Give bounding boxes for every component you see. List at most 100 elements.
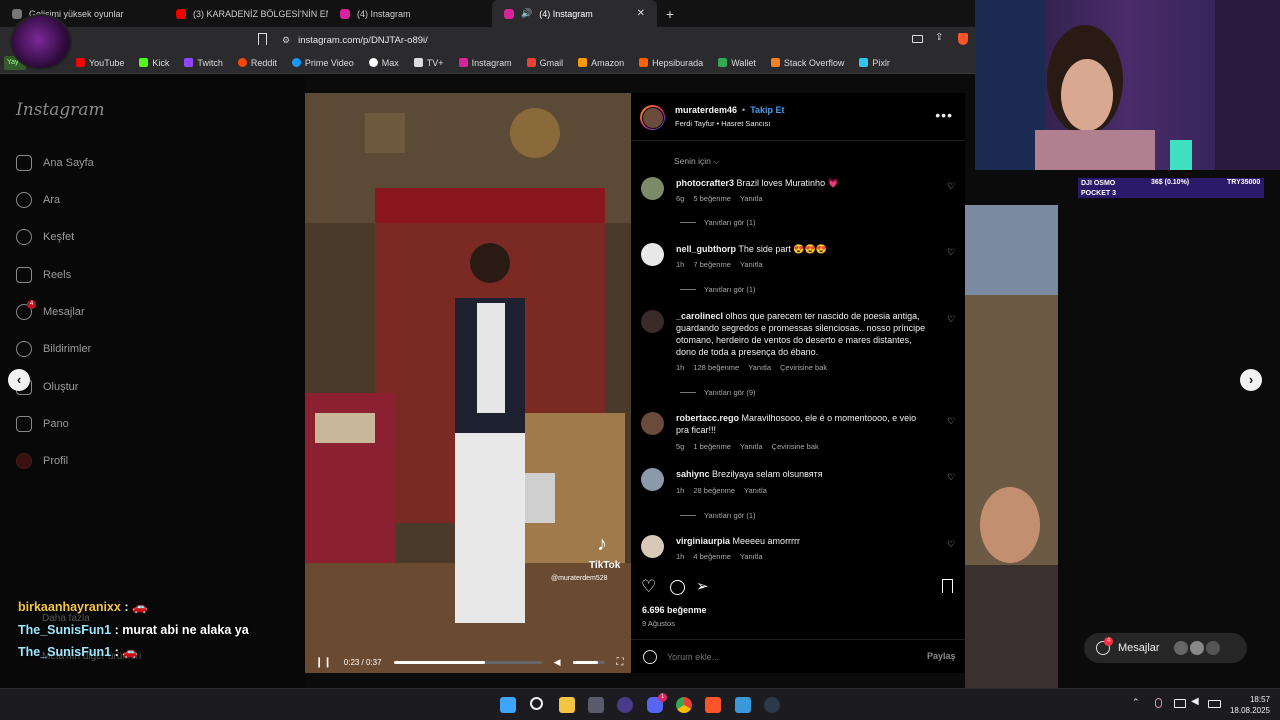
obs-icon[interactable] — [617, 697, 633, 713]
site-info-icon[interactable]: ⚙ — [282, 35, 290, 46]
pause-icon[interactable]: ❙❙ — [315, 657, 332, 668]
audio-track[interactable]: Ferdi Tayfur • Hasret Sancısı — [675, 119, 770, 128]
sidebar-item-notifications[interactable]: Bildirimler — [16, 341, 91, 357]
save-icon[interactable] — [942, 579, 953, 593]
tab-youtube[interactable]: (3) KARADENİZ BÖLGESİ'NİN EN DÜ — [164, 0, 328, 27]
close-tab-icon[interactable]: ✕ — [637, 8, 645, 19]
share-icon[interactable]: ➢ — [696, 577, 709, 595]
like-count[interactable]: 6.696 beğenme — [642, 605, 707, 615]
share-icon[interactable]: ⇪ — [935, 32, 943, 43]
file-explorer-icon[interactable] — [559, 697, 575, 713]
comment-like-icon[interactable]: ♡ — [947, 181, 955, 192]
fullscreen-icon[interactable]: ⛶ — [617, 657, 624, 668]
reply-button[interactable]: Yanıtla — [748, 363, 771, 372]
bookmark-wallet[interactable]: Wallet — [718, 58, 756, 68]
chrome-icon[interactable] — [676, 697, 692, 713]
comment-username[interactable]: sahiync — [676, 469, 710, 479]
app-icon[interactable] — [735, 697, 751, 713]
search-icon[interactable] — [530, 697, 543, 710]
volume-icon[interactable]: ◀ — [1191, 696, 1199, 707]
sidebar-item-reels[interactable]: Reels — [16, 267, 71, 283]
bookmark-amazon[interactable]: Amazon — [578, 58, 624, 68]
see-translation-button[interactable]: Çevirisine bak — [780, 363, 827, 372]
reply-button[interactable]: Yanıtla — [744, 486, 767, 495]
volume-slider[interactable] — [572, 660, 605, 664]
comment-likes[interactable]: 128 beğenme — [693, 363, 739, 372]
speaker-icon[interactable]: 🔊 — [521, 8, 532, 19]
reply-button[interactable]: Yanıtla — [740, 260, 763, 269]
more-options-icon[interactable]: ••• — [935, 107, 953, 123]
bookmark-tv-plus[interactable]: TV+ — [413, 58, 444, 68]
comment-username[interactable]: virginiaurpia — [676, 536, 730, 546]
comment-likes[interactable]: 4 beğenme — [693, 552, 731, 561]
brave-shield-icon[interactable] — [958, 33, 968, 45]
comment-icon[interactable] — [670, 580, 685, 595]
commenter-avatar[interactable] — [641, 468, 664, 491]
comment-username[interactable]: photocrafter3 — [676, 178, 734, 188]
next-post-button[interactable]: › — [1240, 369, 1262, 391]
commenter-avatar[interactable] — [641, 412, 664, 435]
comment-like-icon[interactable]: ♡ — [947, 539, 955, 550]
post-video[interactable]: ♪ TikTok @muraterdem528 ❙❙ 0:23 / 0:37 ◀… — [305, 93, 631, 673]
comment-like-icon[interactable]: ♡ — [947, 247, 955, 258]
steam-icon[interactable] — [764, 697, 780, 713]
bookmark-reddit[interactable]: Reddit — [237, 58, 277, 68]
commenter-avatar[interactable] — [641, 177, 664, 200]
reply-button[interactable]: Yanıtla — [740, 194, 763, 203]
battery-icon[interactable] — [1208, 700, 1221, 708]
chevron-up-icon[interactable]: ⌃ — [1132, 697, 1140, 708]
bookmark-twitch[interactable]: Twitch — [184, 58, 223, 68]
comment-like-icon[interactable]: ♡ — [947, 416, 955, 427]
sidebar-item-explore[interactable]: Keşfet — [16, 229, 74, 245]
comment-like-icon[interactable]: ♡ — [947, 314, 955, 325]
messages-pill[interactable]: 4 Mesajlar — [1084, 633, 1247, 663]
bookmark-kick[interactable]: Kick — [139, 58, 169, 68]
comment-username[interactable]: nell_gubthorp — [676, 244, 736, 254]
comment-input[interactable] — [667, 648, 907, 666]
see-translation-button[interactable]: Çevirisine bak — [772, 442, 819, 451]
store-icon[interactable] — [588, 697, 604, 713]
windows-start-icon[interactable] — [500, 697, 516, 713]
instagram-logo[interactable]: Instagram — [16, 100, 105, 120]
view-replies-button[interactable]: Yanıtları gör (1) — [680, 218, 756, 227]
follow-button[interactable]: Takip Et — [750, 105, 784, 115]
sidebar-item-profile[interactable]: Profil — [16, 453, 68, 469]
view-replies-button[interactable]: Yanıtları gör (9) — [680, 388, 756, 397]
emoji-icon[interactable] — [643, 650, 657, 664]
bookmark-instagram[interactable]: Instagram — [458, 58, 512, 68]
reply-button[interactable]: Yanıtla — [740, 442, 763, 451]
bookmark-icon[interactable] — [258, 33, 267, 45]
bookmark-youtube[interactable]: YouTube — [76, 58, 124, 68]
comment-sort-dropdown[interactable]: Senin için ⌵ — [674, 156, 720, 167]
comment-likes[interactable]: 28 beğenme — [693, 486, 735, 495]
view-replies-button[interactable]: Yanıtları gör (1) — [680, 511, 756, 520]
microphone-icon[interactable] — [1155, 698, 1162, 708]
brave-icon[interactable] — [705, 697, 721, 713]
commenter-avatar[interactable] — [641, 535, 664, 558]
comment-likes[interactable]: 7 beğenme — [693, 260, 731, 269]
view-replies-button[interactable]: Yanıtları gör (1) — [680, 285, 756, 294]
volume-icon[interactable]: ◀ — [554, 657, 561, 668]
url-field[interactable]: ⚙ instagram.com/p/DNJTAr-o89i/ — [282, 31, 428, 49]
comment-username[interactable]: _carolinecl — [676, 311, 723, 321]
bookmark-gmail[interactable]: Gmail — [526, 58, 563, 68]
author-avatar[interactable] — [640, 105, 665, 130]
sidebar-item-dashboard[interactable]: Pano — [16, 416, 69, 432]
reply-button[interactable]: Yanıtla — [740, 552, 763, 561]
comment-username[interactable]: robertacc.rego — [676, 413, 739, 423]
comment-like-icon[interactable]: ♡ — [947, 472, 955, 483]
cast-icon[interactable] — [912, 35, 923, 43]
bookmark-pixlr[interactable]: Pixlr — [859, 58, 890, 68]
tab-instagram-active[interactable]: 🔊 (4) Instagram ✕ — [492, 0, 657, 27]
author-username[interactable]: muraterdem46 — [675, 105, 737, 115]
comment-likes[interactable]: 1 beğenme — [693, 442, 731, 451]
tab-instagram[interactable]: (4) Instagram — [328, 0, 492, 27]
network-icon[interactable] — [1174, 699, 1186, 708]
system-clock[interactable]: 18:57 18.08.2025 — [1230, 694, 1270, 716]
commenter-avatar[interactable] — [641, 243, 664, 266]
like-icon[interactable]: ♡ — [641, 577, 656, 597]
sidebar-item-home[interactable]: Ana Sayfa — [16, 155, 94, 171]
comment-likes[interactable]: 5 beğenme — [693, 194, 731, 203]
new-tab-button[interactable]: + — [659, 6, 681, 22]
video-progress-bar[interactable] — [393, 660, 542, 664]
